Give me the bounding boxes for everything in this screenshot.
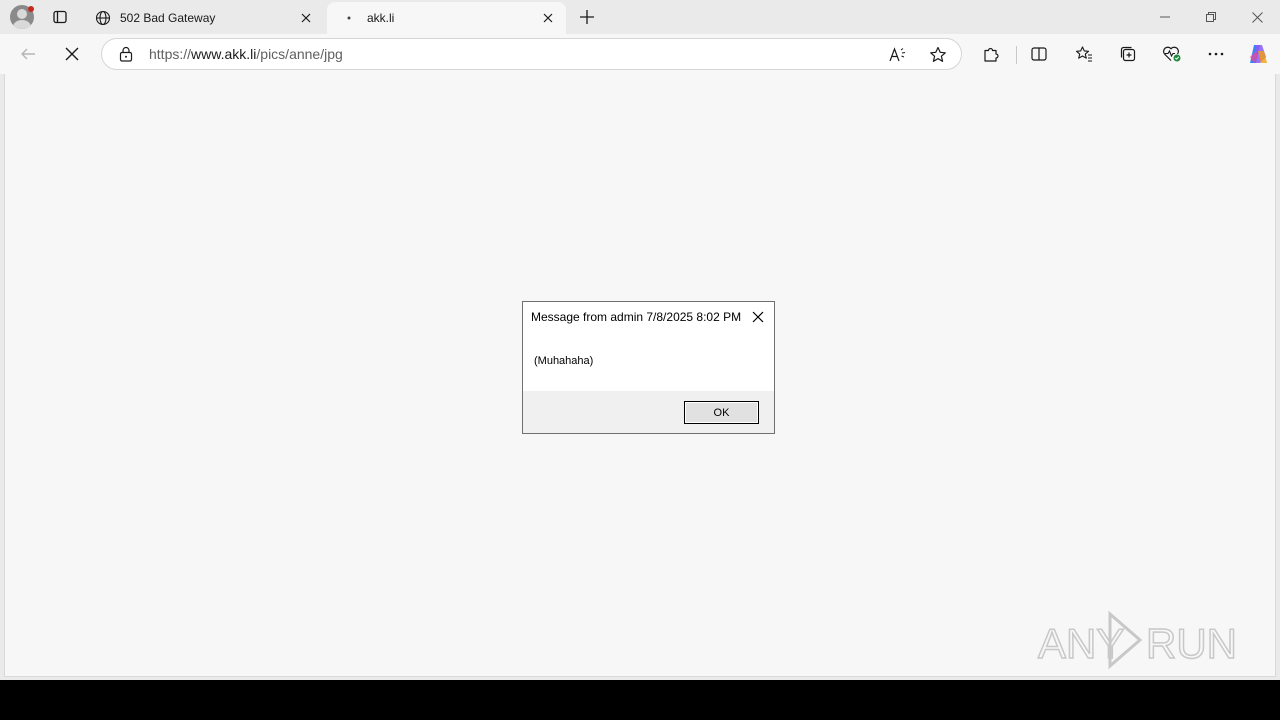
anyrun-watermark-logo: ANY RUN (1037, 610, 1236, 670)
dialog-close-button[interactable] (749, 308, 767, 326)
stop-loading-button[interactable] (58, 40, 86, 68)
favorites-button[interactable] (1070, 40, 1098, 68)
lock-icon[interactable] (118, 46, 134, 62)
restore-icon (1206, 12, 1216, 22)
collections-button[interactable] (1114, 40, 1142, 68)
browser-essentials-button[interactable] (1158, 40, 1186, 68)
minimize-button[interactable] (1142, 0, 1188, 34)
dialog-title: Message from admin 7/8/2025 8:02 PM (531, 310, 742, 324)
close-tab-icon[interactable] (298, 10, 314, 26)
dialog-footer: OK (523, 391, 774, 433)
minimize-icon (1160, 16, 1170, 18)
tab-akk-li[interactable]: akk.li (327, 2, 566, 34)
puzzle-icon (984, 47, 999, 62)
extensions-button[interactable] (977, 40, 1005, 68)
add-favorite-button[interactable] (928, 45, 948, 65)
copilot-button[interactable] (1244, 40, 1272, 68)
tab-strip: 502 Bad Gateway akk.li (0, 0, 1280, 34)
alert-dialog: Message from admin 7/8/2025 8:02 PM (Muh… (522, 301, 775, 434)
close-tab-icon[interactable] (540, 10, 556, 26)
read-aloud-icon (889, 47, 906, 62)
plus-icon (580, 10, 594, 24)
back-arrow-icon (21, 48, 35, 60)
navigation-toolbar: https://www.akk.li/pics/anne/jpg (0, 34, 1280, 74)
read-aloud-button[interactable] (888, 45, 908, 65)
loading-dot-icon (341, 10, 357, 26)
tab-actions-icon (53, 10, 67, 24)
url-text[interactable]: https://www.akk.li/pics/anne/jpg (149, 46, 343, 62)
browser-window: 502 Bad Gateway akk.li https://www.akk.l… (0, 0, 1280, 680)
tab-title: akk.li (367, 11, 395, 25)
close-icon (1251, 11, 1263, 23)
star-icon (930, 46, 946, 62)
heart-pulse-icon (1163, 46, 1181, 62)
dialog-message: (Muhahaha) (534, 355, 594, 367)
url-host: www.akk.li (191, 46, 257, 62)
split-screen-button[interactable] (1025, 40, 1053, 68)
restore-button[interactable] (1188, 0, 1234, 34)
toolbar-divider (1016, 46, 1017, 64)
globe-icon (95, 10, 111, 26)
collections-icon (1120, 46, 1136, 62)
more-options-icon (1208, 52, 1224, 56)
url-prefix: https:// (149, 46, 192, 62)
split-screen-icon (1031, 47, 1047, 61)
favorites-icon (1075, 46, 1092, 62)
url-path: /pics/anne/jpg (256, 46, 343, 62)
settings-and-more-button[interactable] (1202, 40, 1230, 68)
close-icon (752, 311, 764, 323)
copilot-icon (1250, 45, 1267, 63)
tab-actions-button[interactable] (48, 5, 72, 29)
tab-502-bad-gateway[interactable]: 502 Bad Gateway (88, 2, 324, 34)
tab-title: 502 Bad Gateway (120, 11, 216, 25)
watermark-text-run: RUN (1146, 620, 1236, 667)
ok-button[interactable]: OK (684, 401, 759, 424)
back-button[interactable] (14, 40, 42, 68)
address-bar[interactable]: https://www.akk.li/pics/anne/jpg (101, 38, 962, 70)
close-window-button[interactable] (1234, 0, 1280, 34)
new-tab-button[interactable] (576, 6, 598, 28)
stop-icon (65, 47, 79, 61)
taskbar-area (0, 680, 1280, 720)
profile-notification-dot (28, 6, 34, 12)
